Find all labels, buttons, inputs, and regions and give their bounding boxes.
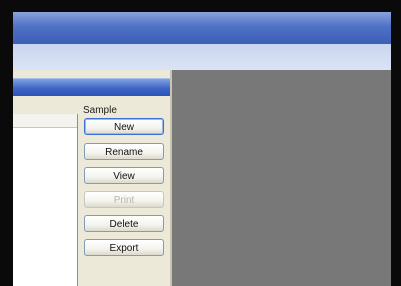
screen-border-left	[0, 0, 13, 286]
sample-group-label: Sample	[83, 105, 117, 116]
screen-border-top	[0, 0, 401, 12]
sample-list-header	[13, 114, 77, 128]
delete-button[interactable]: Delete	[84, 215, 164, 232]
dialog-title-bar[interactable]	[13, 78, 170, 96]
sample-button-panel: Sample New Rename View Print Delete Expo…	[79, 105, 170, 286]
desktop-background	[170, 70, 391, 286]
parent-window-toolbar-area	[13, 44, 391, 70]
parent-window-title-bar[interactable]	[13, 12, 391, 44]
rename-button[interactable]: Rename	[84, 143, 164, 160]
screen-border-right	[391, 0, 401, 286]
sample-list[interactable]	[13, 114, 78, 286]
view-button[interactable]: View	[84, 167, 164, 184]
print-button: Print	[84, 191, 164, 208]
export-button[interactable]: Export	[84, 239, 164, 256]
new-button[interactable]: New	[84, 118, 164, 135]
sample-dialog-window: Sample New Rename View Print Delete Expo…	[13, 70, 170, 286]
